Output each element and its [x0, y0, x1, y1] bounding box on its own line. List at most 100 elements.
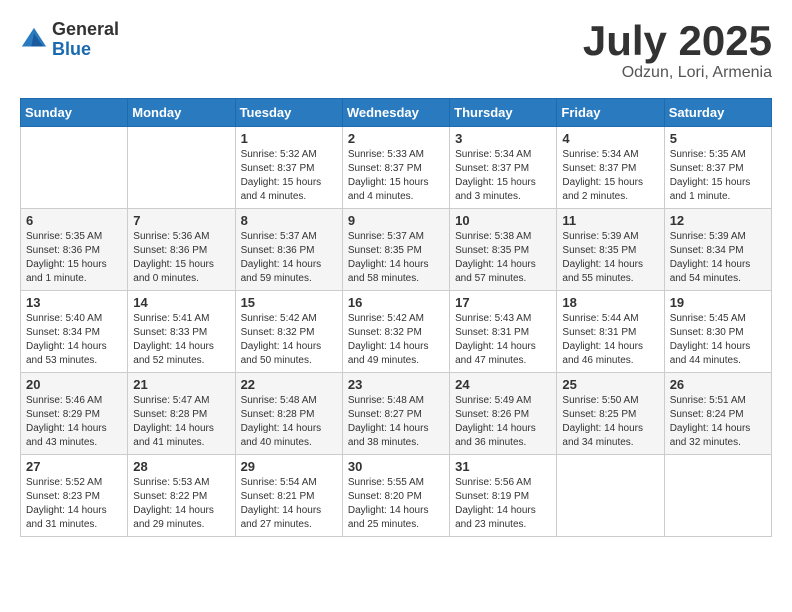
weekday-header-row: SundayMondayTuesdayWednesdayThursdayFrid… [21, 99, 772, 127]
month-title: July 2025 [583, 20, 772, 62]
day-info: Sunrise: 5:44 AMSunset: 8:31 PMDaylight:… [562, 312, 658, 368]
calendar-cell: 12Sunrise: 5:39 AMSunset: 8:34 PMDayligh… [664, 209, 771, 291]
day-info: Sunrise: 5:37 AMSunset: 8:36 PMDaylight:… [241, 230, 337, 286]
day-info: Sunrise: 5:48 AMSunset: 8:28 PMDaylight:… [241, 394, 337, 450]
day-info: Sunrise: 5:34 AMSunset: 8:37 PMDaylight:… [562, 148, 658, 204]
calendar-cell: 24 Sunrise: 5:49 AMSunset: 8:26 PMDayligh… [450, 373, 557, 455]
location: Odzun, Lori, Armenia [583, 64, 772, 82]
day-info: Sunrise: 5:32 AMSunset: 8:37 PMDaylight:… [241, 148, 337, 204]
day-number: 6 [26, 213, 122, 228]
calendar-cell: 28Sunrise: 5:53 AMSunset: 8:22 PMDayligh… [128, 455, 235, 537]
day-info: Sunrise: 5:50 AMSunset: 8:25 PMDaylight:… [562, 394, 658, 450]
day-number: 8 [241, 213, 337, 228]
day-info: Sunrise: 5:38 AMSunset: 8:35 PMDaylight:… [455, 230, 551, 286]
day-info: Sunrise: 5:35 AMSunset: 8:36 PMDaylight:… [26, 230, 122, 286]
calendar-cell: 14 Sunrise: 5:41 AMSunset: 8:33 PMDayligh… [128, 291, 235, 373]
day-number: 18 [562, 295, 658, 310]
weekday-header-wednesday: Wednesday [342, 99, 449, 127]
calendar-cell: 20Sunrise: 5:46 AMSunset: 8:29 PMDayligh… [21, 373, 128, 455]
week-row-2: 6 Sunrise: 5:35 AMSunset: 8:36 PMDaylight… [21, 209, 772, 291]
calendar-cell: 31 Sunrise: 5:56 AMSunset: 8:19 PMDayligh… [450, 455, 557, 537]
weekday-header-friday: Friday [557, 99, 664, 127]
weekday-header-monday: Monday [128, 99, 235, 127]
calendar-cell: 8 Sunrise: 5:37 AMSunset: 8:36 PMDaylight… [235, 209, 342, 291]
calendar-cell: 3 Sunrise: 5:34 AMSunset: 8:37 PMDaylight… [450, 127, 557, 209]
day-info: Sunrise: 5:49 AMSunset: 8:26 PMDaylight:… [455, 394, 551, 450]
day-number: 10 [455, 213, 551, 228]
calendar-cell: 19 Sunrise: 5:45 AMSunset: 8:30 PMDayligh… [664, 291, 771, 373]
calendar-cell: 30Sunrise: 5:55 AMSunset: 8:20 PMDayligh… [342, 455, 449, 537]
weekday-header-tuesday: Tuesday [235, 99, 342, 127]
calendar-cell: 6 Sunrise: 5:35 AMSunset: 8:36 PMDaylight… [21, 209, 128, 291]
day-info: Sunrise: 5:53 AMSunset: 8:22 PMDaylight:… [133, 476, 229, 532]
day-number: 15 [241, 295, 337, 310]
page-header: General Blue July 2025 Odzun, Lori, Arme… [20, 20, 772, 82]
day-number: 24 [455, 377, 551, 392]
day-info: Sunrise: 5:56 AMSunset: 8:19 PMDaylight:… [455, 476, 551, 532]
day-number: 17 [455, 295, 551, 310]
logo-icon [20, 26, 48, 54]
calendar-cell: 1 Sunrise: 5:32 AMSunset: 8:37 PMDaylight… [235, 127, 342, 209]
day-info: Sunrise: 5:45 AMSunset: 8:30 PMDaylight:… [670, 312, 766, 368]
calendar-cell: 26 Sunrise: 5:51 AMSunset: 8:24 PMDayligh… [664, 373, 771, 455]
day-info: Sunrise: 5:33 AMSunset: 8:37 PMDaylight:… [348, 148, 444, 204]
day-number: 1 [241, 131, 337, 146]
logo-general: General [52, 20, 119, 40]
week-row-5: 27 Sunrise: 5:52 AMSunset: 8:23 PMDayligh… [21, 455, 772, 537]
calendar-cell: 13Sunrise: 5:40 AMSunset: 8:34 PMDayligh… [21, 291, 128, 373]
day-info: Sunrise: 5:37 AMSunset: 8:35 PMDaylight:… [348, 230, 444, 286]
day-info: Sunrise: 5:39 AMSunset: 8:35 PMDaylight:… [562, 230, 658, 286]
calendar-cell: 18 Sunrise: 5:44 AMSunset: 8:31 PMDayligh… [557, 291, 664, 373]
day-number: 3 [455, 131, 551, 146]
calendar: SundayMondayTuesdayWednesdayThursdayFrid… [20, 98, 772, 537]
day-number: 9 [348, 213, 444, 228]
day-info: Sunrise: 5:41 AMSunset: 8:33 PMDaylight:… [133, 312, 229, 368]
calendar-cell: 21Sunrise: 5:47 AMSunset: 8:28 PMDayligh… [128, 373, 235, 455]
day-info: Sunrise: 5:39 AMSunset: 8:34 PMDaylight:… [670, 230, 766, 286]
day-number: 25 [562, 377, 658, 392]
day-number: 13 [26, 295, 122, 310]
calendar-cell: 2Sunrise: 5:33 AMSunset: 8:37 PMDaylight… [342, 127, 449, 209]
day-info: Sunrise: 5:55 AMSunset: 8:20 PMDaylight:… [348, 476, 444, 532]
day-info: Sunrise: 5:52 AMSunset: 8:23 PMDaylight:… [26, 476, 122, 532]
day-info: Sunrise: 5:43 AMSunset: 8:31 PMDaylight:… [455, 312, 551, 368]
calendar-cell: 27 Sunrise: 5:52 AMSunset: 8:23 PMDayligh… [21, 455, 128, 537]
day-number: 4 [562, 131, 658, 146]
day-number: 14 [133, 295, 229, 310]
day-number: 16 [348, 295, 444, 310]
day-number: 22 [241, 377, 337, 392]
calendar-cell: 23Sunrise: 5:48 AMSunset: 8:27 PMDayligh… [342, 373, 449, 455]
day-info: Sunrise: 5:34 AMSunset: 8:37 PMDaylight:… [455, 148, 551, 204]
day-info: Sunrise: 5:51 AMSunset: 8:24 PMDaylight:… [670, 394, 766, 450]
day-number: 27 [26, 459, 122, 474]
day-number: 26 [670, 377, 766, 392]
day-info: Sunrise: 5:42 AMSunset: 8:32 PMDaylight:… [348, 312, 444, 368]
calendar-cell: 29 Sunrise: 5:54 AMSunset: 8:21 PMDayligh… [235, 455, 342, 537]
logo-blue: Blue [52, 40, 119, 60]
day-info: Sunrise: 5:54 AMSunset: 8:21 PMDaylight:… [241, 476, 337, 532]
day-number: 29 [241, 459, 337, 474]
week-row-3: 13Sunrise: 5:40 AMSunset: 8:34 PMDayligh… [21, 291, 772, 373]
calendar-cell [664, 455, 771, 537]
calendar-cell: 17 Sunrise: 5:43 AMSunset: 8:31 PMDayligh… [450, 291, 557, 373]
day-number: 19 [670, 295, 766, 310]
calendar-cell: 11Sunrise: 5:39 AMSunset: 8:35 PMDayligh… [557, 209, 664, 291]
day-info: Sunrise: 5:35 AMSunset: 8:37 PMDaylight:… [670, 148, 766, 204]
week-row-4: 20Sunrise: 5:46 AMSunset: 8:29 PMDayligh… [21, 373, 772, 455]
day-info: Sunrise: 5:48 AMSunset: 8:27 PMDaylight:… [348, 394, 444, 450]
weekday-header-sunday: Sunday [21, 99, 128, 127]
calendar-cell [21, 127, 128, 209]
weekday-header-saturday: Saturday [664, 99, 771, 127]
calendar-cell: 16 Sunrise: 5:42 AMSunset: 8:32 PMDayligh… [342, 291, 449, 373]
weekday-header-thursday: Thursday [450, 99, 557, 127]
calendar-cell: 15Sunrise: 5:42 AMSunset: 8:32 PMDayligh… [235, 291, 342, 373]
calendar-cell [128, 127, 235, 209]
calendar-cell: 4 Sunrise: 5:34 AMSunset: 8:37 PMDaylight… [557, 127, 664, 209]
day-info: Sunrise: 5:46 AMSunset: 8:29 PMDaylight:… [26, 394, 122, 450]
day-number: 5 [670, 131, 766, 146]
week-row-1: 1 Sunrise: 5:32 AMSunset: 8:37 PMDaylight… [21, 127, 772, 209]
calendar-cell: 25 Sunrise: 5:50 AMSunset: 8:25 PMDayligh… [557, 373, 664, 455]
day-number: 21 [133, 377, 229, 392]
logo: General Blue [20, 20, 119, 60]
day-number: 31 [455, 459, 551, 474]
